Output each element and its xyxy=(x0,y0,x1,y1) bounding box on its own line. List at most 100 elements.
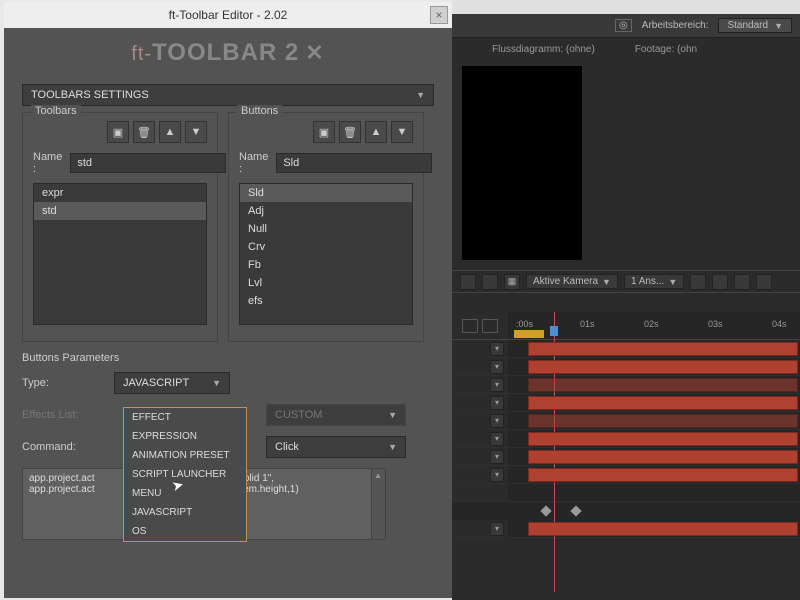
chevron-down-icon[interactable]: ▾ xyxy=(490,360,504,374)
chevron-down-icon[interactable]: ▾ xyxy=(490,450,504,464)
keyframe-diamond[interactable] xyxy=(540,505,551,516)
name-label: Name : xyxy=(239,151,268,175)
layer-clip[interactable] xyxy=(528,396,798,410)
add-toolbar-button[interactable]: ▣ xyxy=(107,121,129,143)
ae-view-controls: ▦ Aktive Kamera ▼ 1 Ans... ▼ xyxy=(452,270,800,292)
layer-clip[interactable] xyxy=(528,468,798,482)
delete-button-button[interactable]: 🗑 xyxy=(339,121,361,143)
layer-switch-icon[interactable] xyxy=(482,319,498,333)
layer-clip[interactable] xyxy=(528,414,798,428)
ae-view-btn-3[interactable] xyxy=(690,274,706,290)
logo-prefix: ft- xyxy=(131,43,152,65)
custom-dropdown[interactable]: CUSTOM ▼ xyxy=(266,404,406,426)
add-button-button[interactable]: ▣ xyxy=(313,121,335,143)
button-name-input[interactable] xyxy=(276,153,432,173)
chevron-down-icon: ▼ xyxy=(388,442,397,452)
ae-view-btn-5[interactable] xyxy=(734,274,750,290)
params-title: Buttons Parameters xyxy=(22,352,434,364)
toolbars-settings-dropdown[interactable]: TOOLBARS SETTINGS ▼ xyxy=(22,84,434,106)
chevron-down-icon[interactable]: ▾ xyxy=(490,378,504,392)
chevron-down-icon[interactable]: ▾ xyxy=(490,396,504,410)
close-button[interactable]: × xyxy=(430,6,448,24)
click-dropdown[interactable]: Click ▼ xyxy=(266,436,406,458)
time-tick: 04s xyxy=(772,319,787,329)
list-item[interactable]: Fb xyxy=(240,256,412,274)
dropdown-option-effect[interactable]: EFFECT xyxy=(124,408,246,427)
chevron-down-icon[interactable]: ▾ xyxy=(490,432,504,446)
add-icon: ▣ xyxy=(113,126,123,139)
keyframe-diamond[interactable] xyxy=(570,505,581,516)
work-area-handle[interactable] xyxy=(514,330,544,338)
layer-clip[interactable] xyxy=(528,450,798,464)
move-up-button[interactable]: ▲ xyxy=(159,121,181,143)
toolbar-name-input[interactable] xyxy=(70,153,226,173)
type-dropdown[interactable]: JAVASCRIPT ▼ xyxy=(114,372,230,394)
logo-text: TOOLBAR 2 xyxy=(152,39,299,66)
buttons-listbox[interactable]: Sld Adj Null Crv Fb Lvl efs xyxy=(239,183,413,325)
list-item[interactable]: Crv xyxy=(240,238,412,256)
layer-clip[interactable] xyxy=(528,360,798,374)
scrollbar[interactable]: ▲ xyxy=(371,469,385,539)
list-item[interactable]: efs xyxy=(240,292,412,310)
tab-footage[interactable]: Footage: (ohn xyxy=(635,44,697,55)
list-item[interactable]: Null xyxy=(240,220,412,238)
chevron-down-icon[interactable]: ▾ xyxy=(490,468,504,482)
workspace-value: Standard xyxy=(727,20,768,31)
code-line: app.project.act xyxy=(29,484,95,495)
dropdown-option-javascript[interactable]: JAVASCRIPT xyxy=(124,503,246,522)
layer-row[interactable]: ▾ xyxy=(452,412,800,430)
ae-titlebar xyxy=(452,0,800,14)
dropdown-option-script-launcher[interactable]: SCRIPT LAUNCHER xyxy=(124,465,246,484)
ae-comp-preview[interactable] xyxy=(462,66,582,260)
delete-toolbar-button[interactable]: 🗑 xyxy=(133,121,155,143)
layer-row[interactable]: ▾ xyxy=(452,394,800,412)
list-item[interactable]: std xyxy=(34,202,206,220)
move-up-button[interactable]: ▲ xyxy=(365,121,387,143)
arrow-down-icon: ▼ xyxy=(397,126,408,138)
titlebar[interactable]: ft-Toolbar Editor - 2.02 × xyxy=(4,2,452,28)
layer-row[interactable]: ▾ xyxy=(452,520,800,538)
layer-row[interactable]: ▾ xyxy=(452,358,800,376)
layer-clip[interactable] xyxy=(528,378,798,392)
chevron-down-icon[interactable]: ▾ xyxy=(490,342,504,356)
layer-row[interactable]: ▾ xyxy=(452,340,800,358)
dropdown-option-expression[interactable]: EXPRESSION xyxy=(124,427,246,446)
trash-icon: 🗑 xyxy=(137,126,151,139)
dropdown-option-animation-preset[interactable]: ANIMATION PRESET xyxy=(124,446,246,465)
workspace-dropdown[interactable]: Standard ▼ xyxy=(718,18,792,33)
move-down-button[interactable]: ▼ xyxy=(185,121,207,143)
grid-icon[interactable]: ▦ xyxy=(504,274,520,290)
list-item[interactable]: expr xyxy=(34,184,206,202)
layer-clip[interactable] xyxy=(528,432,798,446)
layer-row[interactable]: ▾ xyxy=(452,448,800,466)
list-item[interactable]: Sld xyxy=(240,184,412,202)
ae-view-btn-1[interactable] xyxy=(460,274,476,290)
ae-preview-area xyxy=(452,60,800,270)
toolbars-listbox[interactable]: expr std xyxy=(33,183,207,325)
layer-row[interactable] xyxy=(452,484,800,502)
layer-row[interactable]: ▾ xyxy=(452,376,800,394)
tab-flowchart[interactable]: Flussdiagramm: (ohne) xyxy=(492,44,595,55)
views-dropdown[interactable]: 1 Ans... ▼ xyxy=(624,274,684,289)
time-ruler[interactable]: :00s 01s 02s 03s 04s xyxy=(508,312,800,339)
camera-dropdown[interactable]: Aktive Kamera ▼ xyxy=(526,274,618,289)
search-icon[interactable] xyxy=(462,319,478,333)
list-item[interactable]: Adj xyxy=(240,202,412,220)
ae-view-btn-6[interactable] xyxy=(756,274,772,290)
layer-row[interactable]: ▾ xyxy=(452,466,800,484)
toolbar-name-row: Name : xyxy=(33,151,207,175)
dropdown-option-menu[interactable]: MENU xyxy=(124,484,246,503)
buttons-panel: Buttons ▣ 🗑 ▲ ▼ Name : Sld Adj Null Crv … xyxy=(228,112,424,342)
move-down-button[interactable]: ▼ xyxy=(391,121,413,143)
layer-row[interactable]: ▾ xyxy=(452,430,800,448)
list-item[interactable]: Lvl xyxy=(240,274,412,292)
ae-tool-icon: ◎ xyxy=(615,19,632,32)
ae-view-btn-2[interactable] xyxy=(482,274,498,290)
layer-clip[interactable] xyxy=(528,342,798,356)
chevron-down-icon[interactable]: ▾ xyxy=(490,414,504,428)
panel-legend: Toolbars xyxy=(31,105,81,117)
chevron-down-icon[interactable]: ▾ xyxy=(490,522,504,536)
ae-view-btn-4[interactable] xyxy=(712,274,728,290)
layer-clip[interactable] xyxy=(528,522,798,536)
dropdown-option-os[interactable]: OS xyxy=(124,522,246,541)
